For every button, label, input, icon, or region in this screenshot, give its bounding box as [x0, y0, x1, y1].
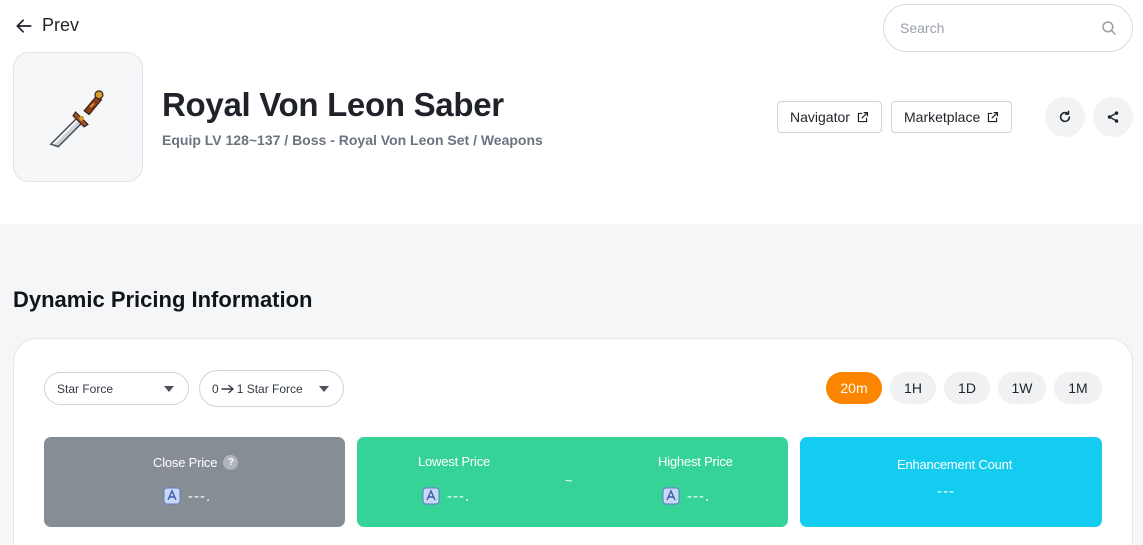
lowest-price-value: ---.: [447, 487, 471, 505]
item-thumbnail: [13, 52, 143, 182]
close-price-label: Close Price: [153, 455, 218, 470]
navigator-button[interactable]: Navigator: [777, 101, 882, 133]
enhancement-count-value: ---: [937, 483, 955, 500]
refresh-icon: [1059, 110, 1071, 123]
enhancement-type-value: Star Force: [57, 381, 114, 396]
period-20m-button[interactable]: 20m: [826, 372, 882, 404]
navigator-label: Navigator: [790, 109, 850, 125]
step-from: 0: [212, 381, 219, 396]
prev-label: Prev: [42, 15, 80, 35]
meso-coin-icon: [662, 487, 680, 505]
period-1h-button[interactable]: 1H: [890, 372, 936, 404]
item-title: Royal Von Leon Saber: [162, 86, 504, 123]
item-header: Prev Royal Von Leon Saber Equip LV 128~1…: [0, 0, 1143, 224]
highest-price-value: ---.: [687, 487, 711, 505]
close-price-label-row: Close Price ?: [153, 455, 239, 470]
arrow-left-icon: [16, 18, 32, 33]
caret-down-icon: [164, 385, 174, 392]
help-icon[interactable]: ?: [223, 455, 239, 470]
meso-coin-icon: [163, 487, 181, 505]
period-1m-button[interactable]: 1M: [1054, 372, 1102, 404]
close-price-value-row: ---.: [162, 486, 211, 506]
range-separator: ~: [565, 473, 573, 488]
enhancement-count-text: ---: [937, 483, 955, 500]
section-title: Dynamic Pricing Information: [13, 287, 313, 312]
pricing-panel: Star Force 0 1 Star Force 20m 1H 1D 1W 1…: [13, 338, 1133, 545]
arrow-right-icon: [220, 384, 234, 393]
share-button[interactable]: [1093, 97, 1133, 137]
search-icon[interactable]: [1100, 19, 1118, 37]
highest-price-label: Highest Price: [658, 454, 733, 469]
meso-coin-icon: [422, 487, 440, 505]
period-1w-button[interactable]: 1W: [998, 372, 1046, 404]
enhancement-type-select[interactable]: Star Force: [44, 372, 189, 405]
external-link-icon: [857, 111, 868, 122]
period-1d-button[interactable]: 1D: [944, 372, 990, 404]
close-price-card: Close Price ? ---.: [44, 437, 345, 527]
external-link-icon: [988, 111, 999, 122]
enhancement-count-card: Enhancement Count ---: [800, 437, 1102, 527]
item-subtitle: Equip LV 128~137 / Boss - Royal Von Leon…: [162, 132, 543, 148]
search-input[interactable]: [900, 20, 1100, 36]
refresh-button[interactable]: [1045, 97, 1085, 137]
lowest-price-value-row: ---.: [421, 486, 470, 506]
prev-button[interactable]: Prev: [14, 15, 79, 36]
marketplace-button[interactable]: Marketplace: [891, 101, 1013, 133]
star-force-step-select[interactable]: 0 1 Star Force: [199, 370, 344, 407]
search-box[interactable]: [883, 4, 1133, 52]
lowest-price-label: Lowest Price: [418, 454, 491, 469]
step-to: 1 Star Force: [236, 381, 303, 396]
share-icon: [1107, 111, 1119, 123]
star-force-step-value: 0 1 Star Force: [212, 382, 303, 396]
highest-price-value-row: ---.: [661, 486, 710, 506]
pricing-section: Dynamic Pricing Information Star Force 0…: [0, 224, 1143, 545]
close-price-value: ---.: [188, 487, 212, 505]
marketplace-label: Marketplace: [904, 109, 981, 125]
caret-down-icon: [319, 385, 329, 392]
price-range-card: Lowest Price ---. ~ Highest Price ---.: [357, 437, 788, 527]
enhancement-count-label: Enhancement Count: [897, 457, 1013, 472]
saber-item-icon: [49, 90, 104, 148]
